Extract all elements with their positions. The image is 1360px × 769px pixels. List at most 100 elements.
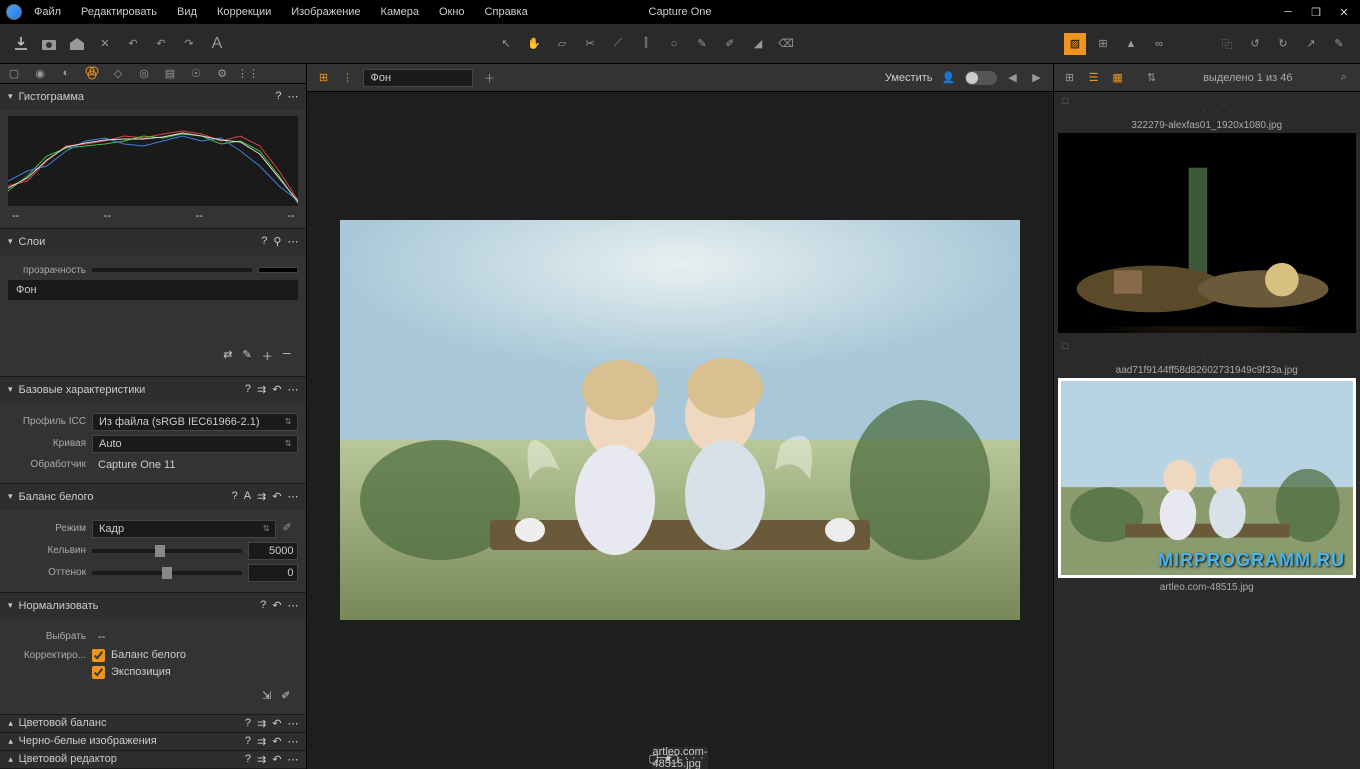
- list-view-icon[interactable]: ☰: [1086, 70, 1102, 86]
- help-icon[interactable]: ?: [261, 235, 267, 248]
- tab-adjustments-icon[interactable]: ▤: [162, 65, 178, 81]
- tab-capture-icon[interactable]: ◉: [32, 65, 48, 81]
- help-icon[interactable]: ?: [245, 383, 251, 396]
- help-icon[interactable]: ?: [275, 90, 281, 103]
- grid-icon[interactable]: ⊞: [1092, 33, 1114, 55]
- tab-output-icon[interactable]: ⚙: [214, 65, 230, 81]
- star-icon[interactable]: ★: [663, 752, 673, 765]
- search-icon[interactable]: ⌕: [1336, 70, 1352, 86]
- export-icon[interactable]: [66, 33, 88, 55]
- alert-icon[interactable]: ▲: [1120, 33, 1142, 55]
- tab-library-icon[interactable]: ▢: [6, 65, 22, 81]
- loupe-tool-icon[interactable]: ▱: [551, 33, 573, 55]
- help-icon[interactable]: ?: [260, 599, 266, 612]
- icc-select[interactable]: Из файла (sRGB IEC61966-2.1)⇅: [92, 413, 298, 431]
- rating-box-icon[interactable]: ▢: [649, 752, 659, 765]
- layer-remove-icon[interactable]: ─: [283, 348, 291, 364]
- copy-icon[interactable]: ⇉: [257, 490, 266, 503]
- exposure-checkbox[interactable]: Экспозиция: [92, 666, 171, 679]
- select-tool-icon[interactable]: ↖: [495, 33, 517, 55]
- copy-adjustments-icon[interactable]: ⿻: [1216, 33, 1238, 55]
- forward-icon[interactable]: ▶: [1029, 70, 1045, 86]
- menu-dots-icon[interactable]: ⋯: [287, 490, 298, 503]
- tab-lens-icon[interactable]: ◐: [58, 65, 74, 81]
- opacity-slider[interactable]: [92, 268, 252, 272]
- grid-view-icon[interactable]: ⊞: [315, 70, 331, 86]
- opacity-input[interactable]: [258, 267, 298, 273]
- add-icon[interactable]: ＋: [481, 70, 497, 86]
- brush-tool-icon[interactable]: ✎: [691, 33, 713, 55]
- help-icon[interactable]: ?: [232, 490, 238, 503]
- menu-help[interactable]: Справка: [481, 4, 532, 20]
- tint-slider[interactable]: [92, 571, 242, 575]
- layer-add-icon[interactable]: ＋: [262, 348, 273, 364]
- menu-view[interactable]: Вид: [173, 4, 201, 20]
- reset-icon[interactable]: ↶: [272, 490, 281, 503]
- chevron-down-icon[interactable]: ▾: [8, 91, 13, 102]
- menu-dots-icon[interactable]: ⋯: [287, 599, 298, 612]
- focus-mask-icon[interactable]: ∞: [1148, 33, 1170, 55]
- reset-icon[interactable]: ↶: [122, 33, 144, 55]
- minimize-button[interactable]: ─: [1278, 6, 1298, 19]
- eyedropper-icon[interactable]: ✐: [282, 521, 298, 537]
- auto-icon[interactable]: A: [244, 490, 251, 503]
- exposure-warning-icon[interactable]: ▨: [1064, 33, 1086, 55]
- kelvin-input[interactable]: 5000: [248, 542, 298, 560]
- proof-toggle[interactable]: [965, 71, 997, 85]
- mode-select[interactable]: Кадр⇅: [92, 520, 276, 538]
- menu-camera[interactable]: Камера: [377, 4, 423, 20]
- dot-icon[interactable]: ·: [677, 752, 681, 764]
- capture-icon[interactable]: [38, 33, 60, 55]
- chevron-down-icon[interactable]: ▾: [8, 491, 13, 502]
- layer-mask-icon[interactable]: ⇄: [223, 348, 232, 364]
- layer-background[interactable]: Фон: [8, 280, 298, 300]
- eraser-tool-icon[interactable]: ⌫: [775, 33, 797, 55]
- auto-adjust-icon[interactable]: A: [206, 33, 228, 55]
- sort-icon[interactable]: ⇅: [1144, 70, 1160, 86]
- eyedropper-tool-icon[interactable]: ✐: [719, 33, 741, 55]
- straighten-tool-icon[interactable]: ⟋: [607, 33, 629, 55]
- reset-icon[interactable]: ↶: [272, 383, 281, 396]
- menu-dots-icon[interactable]: ⋯: [287, 235, 298, 248]
- chevron-down-icon[interactable]: ▾: [8, 600, 13, 611]
- layer-dropdown[interactable]: Фон: [363, 69, 473, 87]
- menu-dots-icon[interactable]: ⋯: [287, 90, 298, 103]
- rotate-left-icon[interactable]: ↺: [1244, 33, 1266, 55]
- reject-icon[interactable]: ✕: [94, 33, 116, 55]
- list-view-icon[interactable]: ⋮: [339, 70, 355, 86]
- menu-dots-icon[interactable]: ⋯: [287, 383, 298, 396]
- wb-checkbox[interactable]: Баланс белого: [92, 649, 186, 662]
- tab-metadata-icon[interactable]: ☉: [188, 65, 204, 81]
- undo-icon[interactable]: ↶: [150, 33, 172, 55]
- spot-tool-icon[interactable]: ○: [663, 33, 685, 55]
- pin-icon[interactable]: ⚲: [273, 235, 281, 248]
- grid-view-icon[interactable]: ⊞: [1062, 70, 1078, 86]
- redo-icon[interactable]: ↷: [178, 33, 200, 55]
- reset-icon[interactable]: ↶: [272, 599, 281, 612]
- keystone-tool-icon[interactable]: ⫿: [635, 33, 657, 55]
- menu-edit[interactable]: Редактировать: [77, 4, 161, 20]
- tab-details-icon[interactable]: ◎: [136, 65, 152, 81]
- menu-window[interactable]: Окно: [435, 4, 469, 20]
- tab-exposure-icon[interactable]: ◇: [110, 65, 126, 81]
- rotate-right-icon[interactable]: ↻: [1272, 33, 1294, 55]
- person-icon[interactable]: 👤: [941, 70, 957, 86]
- curve-select[interactable]: Auto⇅: [92, 435, 298, 453]
- process-icon[interactable]: ↗: [1300, 33, 1322, 55]
- gradient-tool-icon[interactable]: ◢: [747, 33, 769, 55]
- kelvin-slider[interactable]: [92, 549, 242, 553]
- chevron-down-icon[interactable]: ▾: [8, 236, 13, 247]
- pan-tool-icon[interactable]: ✋: [523, 33, 545, 55]
- color-balance-section[interactable]: ▸ Цветовой баланс ?⇉↶⋯: [0, 715, 306, 733]
- layer-brush-icon[interactable]: ✎: [242, 348, 251, 364]
- back-icon[interactable]: ◀: [1005, 70, 1021, 86]
- menu-image[interactable]: Изображение: [287, 4, 364, 20]
- image-viewer[interactable]: [307, 92, 1052, 747]
- crop-tool-icon[interactable]: ✂: [579, 33, 601, 55]
- import-icon[interactable]: [10, 33, 32, 55]
- tab-batch-icon[interactable]: ⋮⋮: [240, 65, 256, 81]
- thumb-image[interactable]: [1058, 133, 1356, 333]
- bw-section[interactable]: ▸ Черно-белые изображения ?⇉↶⋯: [0, 733, 306, 751]
- thumbnail-item[interactable]: ▢ · · · · · aad71f9144ff58d82602731949c9…: [1058, 341, 1356, 595]
- thumb-image-selected[interactable]: MIRPROGRAMM.RU: [1058, 378, 1356, 578]
